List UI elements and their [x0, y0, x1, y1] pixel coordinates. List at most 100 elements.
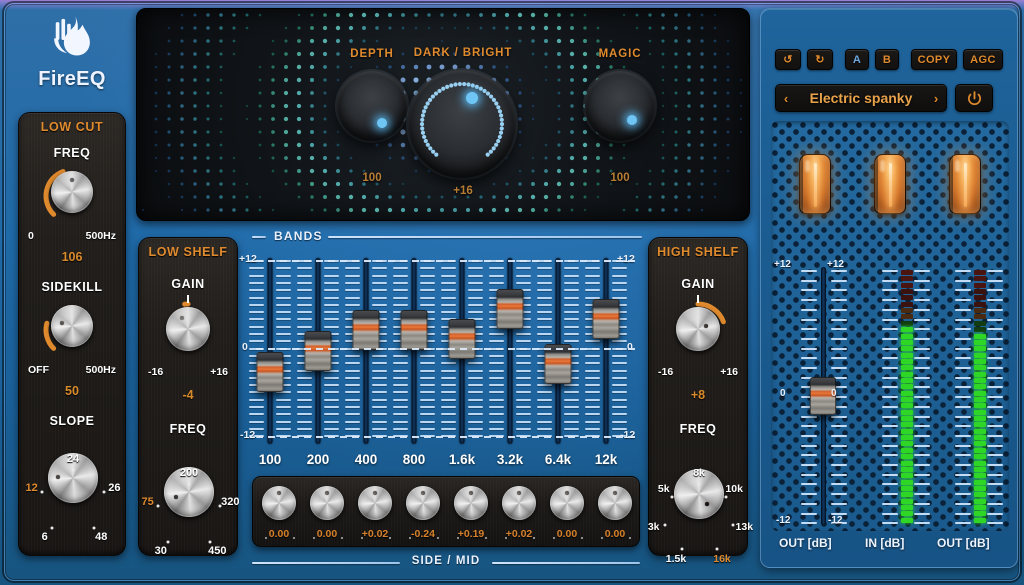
band-fader-handle[interactable] — [305, 331, 332, 371]
side-mid-value: 0.00 — [591, 528, 639, 540]
brand-name: FireEQ — [18, 68, 126, 91]
knob-mark-label: 320 — [221, 496, 239, 508]
meter-led-segment — [974, 467, 986, 472]
band-fader[interactable] — [584, 256, 628, 446]
side-mid-pointer — [613, 491, 617, 495]
low-cut-freq-knob[interactable] — [36, 162, 108, 228]
high-shelf-gain-knob[interactable] — [660, 295, 736, 363]
preset-b-button[interactable]: B — [875, 49, 899, 70]
side-mid-mark-dot — [471, 498, 473, 500]
sidekill-knob[interactable] — [36, 296, 108, 362]
meter-led-segment — [974, 499, 986, 504]
band-fader[interactable] — [248, 256, 292, 446]
in-meter-label: IN [dB] — [865, 536, 904, 550]
meter-led-segment — [974, 340, 986, 345]
band-fader-handle[interactable] — [353, 310, 380, 350]
side-mid-dial[interactable] — [262, 486, 296, 520]
agc-button[interactable]: AGC — [963, 49, 1003, 70]
sidekill-pointer — [60, 321, 64, 325]
band-rule-zero — [256, 348, 638, 350]
low-shelf-gain-value: -4 — [139, 388, 237, 402]
band-fader-ticks — [516, 260, 531, 442]
meter-led-segment — [974, 416, 986, 421]
meter-led-segment — [974, 283, 986, 288]
side-mid-dial[interactable] — [550, 486, 584, 520]
knob-mark-dot — [188, 483, 191, 486]
side-mid-dial[interactable] — [502, 486, 536, 520]
band-fader[interactable] — [392, 256, 436, 446]
out-fader-scale-mid-right: 0 — [831, 388, 837, 399]
preset-next-button[interactable]: › — [926, 91, 946, 106]
copy-button[interactable]: COPY — [911, 49, 957, 70]
high-shelf-freq-knob[interactable]: 1.5k3k5k8k10k13k16k — [649, 436, 749, 532]
meter-led-segment — [974, 359, 986, 364]
undo-button[interactable]: ↺ — [775, 49, 801, 70]
band-fader-handle[interactable] — [257, 352, 284, 392]
low-shelf-gain-knob[interactable] — [150, 295, 226, 363]
preset-selector[interactable]: ‹ Electric spanky › — [775, 84, 947, 112]
side-mid-dial[interactable] — [358, 486, 392, 520]
redo-button[interactable]: ↻ — [807, 49, 833, 70]
low-cut-freq-pointer — [70, 178, 74, 182]
side-mid-knob[interactable]: +0.19 — [447, 481, 495, 545]
meter-led-segment — [901, 295, 913, 300]
band-scale-top-right: +12 — [617, 253, 635, 265]
side-mid-dial[interactable] — [454, 486, 488, 520]
preset-prev-button[interactable]: ‹ — [776, 91, 796, 106]
side-mid-knob[interactable]: 0.00 — [303, 481, 351, 545]
side-mid-knob[interactable]: +0.02 — [351, 481, 399, 545]
side-mid-dial[interactable] — [310, 486, 344, 520]
top-visual-panel: DEPTH 100 DARK / BRIGHT +16 MAGIC 100 — [136, 8, 750, 221]
knob-mark-dot — [93, 527, 96, 530]
low-shelf-freq-knob[interactable]: 3075200320450 — [139, 436, 239, 532]
band-fader-handle[interactable] — [497, 289, 524, 329]
side-mid-value: -0.24 — [399, 528, 447, 540]
high-shelf-gain-dial[interactable] — [676, 307, 720, 351]
band-fader-handle[interactable] — [401, 310, 428, 350]
power-button[interactable] — [955, 84, 993, 112]
high-shelf-gain-value: +8 — [649, 388, 747, 402]
side-mid-dial[interactable] — [598, 486, 632, 520]
side-mid-knob[interactable]: 0.00 — [543, 481, 591, 545]
band-fader-rod — [508, 258, 513, 444]
band-fader-handle[interactable] — [449, 319, 476, 359]
side-mid-knob[interactable]: +0.02 — [495, 481, 543, 545]
side-mid-dial[interactable] — [406, 486, 440, 520]
meter-led-segment — [974, 276, 986, 281]
side-mid-knob[interactable]: 0.00 — [255, 481, 303, 545]
band-fader-ticks — [249, 260, 264, 442]
slope-knob[interactable]: 612242648 — [19, 428, 127, 520]
side-mid-value: 0.00 — [255, 528, 303, 540]
band-fader[interactable] — [296, 256, 340, 446]
dark-bright-knob[interactable] — [408, 70, 516, 178]
side-mid-knob[interactable]: 0.00 — [591, 481, 639, 545]
knob-mark-dot — [156, 504, 159, 507]
depth-knob[interactable] — [337, 71, 407, 141]
slope-pointer — [56, 475, 60, 479]
output-fader[interactable] — [793, 267, 853, 527]
knob-mark-dot — [715, 548, 718, 551]
band-fader[interactable] — [440, 256, 484, 446]
band-fader-handle[interactable] — [593, 299, 620, 339]
meter-led-segment — [901, 435, 913, 440]
magic-label: MAGIC — [565, 48, 675, 60]
band-fader[interactable] — [536, 256, 580, 446]
knob-mark-label: 24 — [67, 453, 79, 465]
side-mid-pointer — [421, 491, 425, 495]
low-shelf-freq-label: FREQ — [139, 422, 237, 436]
preset-a-button[interactable]: A — [845, 49, 869, 70]
low-shelf-gain-dial[interactable] — [166, 307, 210, 351]
band-fader[interactable] — [488, 256, 532, 446]
meter-led-segment — [974, 486, 986, 491]
side-mid-knob[interactable]: -0.24 — [399, 481, 447, 545]
magic-value: 100 — [565, 172, 675, 184]
band-label: 800 — [392, 452, 436, 467]
low-cut-freq-dial[interactable] — [51, 171, 93, 213]
meter-led-segment — [901, 429, 913, 434]
meter-led-segment — [974, 461, 986, 466]
output-meter-ticks-left — [955, 270, 971, 524]
magic-knob[interactable] — [585, 71, 655, 141]
perforated-panel — [771, 121, 1009, 531]
band-fader[interactable] — [344, 256, 388, 446]
sidekill-dial[interactable] — [51, 305, 93, 347]
